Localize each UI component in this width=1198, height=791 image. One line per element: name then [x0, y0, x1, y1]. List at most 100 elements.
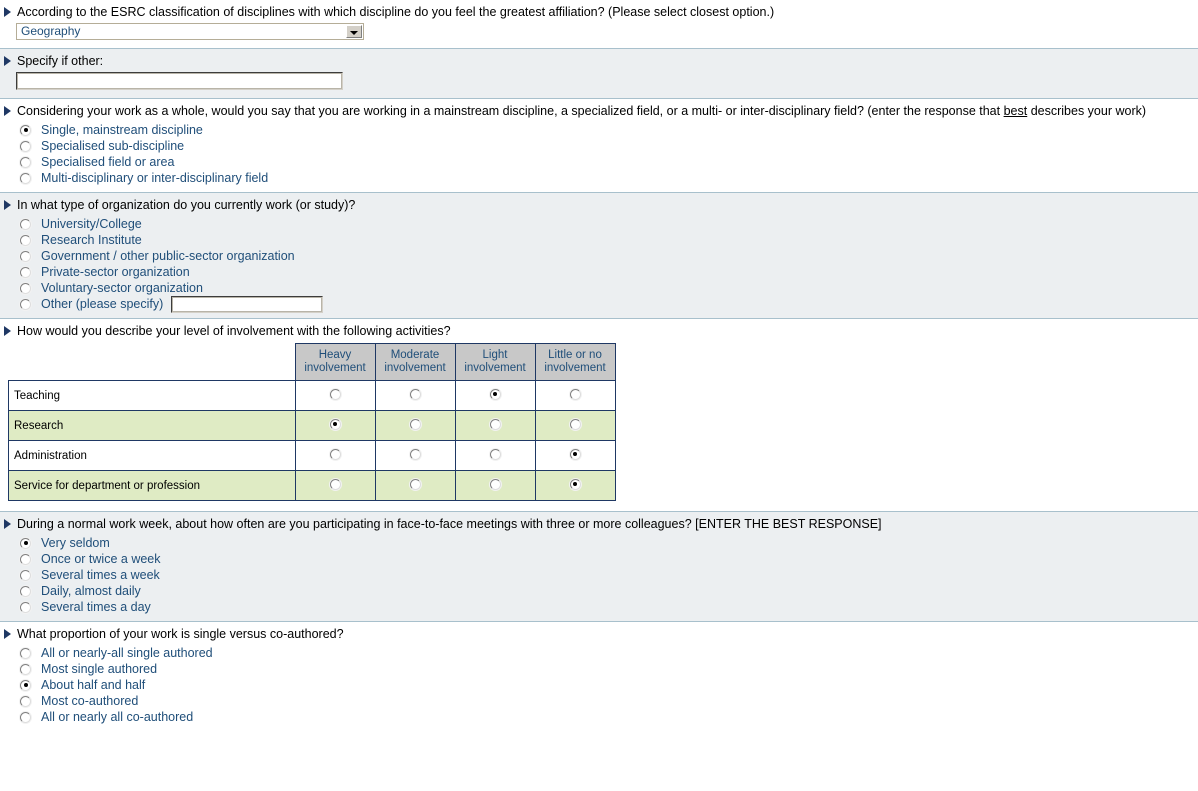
- grid-cell-1-1[interactable]: [374, 410, 456, 441]
- option-row[interactable]: Once or twice a week: [0, 551, 1198, 567]
- radio-organization-3[interactable]: [20, 266, 31, 278]
- radio-meeting-4[interactable]: [20, 601, 31, 613]
- radio-authorship-1[interactable]: [20, 663, 31, 675]
- grid-cell-0-3[interactable]: [534, 380, 616, 411]
- option-row[interactable]: Daily, almost daily: [0, 583, 1198, 599]
- radio-administration-light[interactable]: [489, 448, 501, 460]
- grid-cell-0-1[interactable]: [374, 380, 456, 411]
- grid-col-header-3: Little or no involvement: [534, 343, 616, 381]
- bullet-triangle-icon: [4, 629, 11, 639]
- radio-teaching-heavy[interactable]: [329, 388, 341, 400]
- option-label: Most single authored: [41, 662, 158, 676]
- bullet-triangle-icon: [4, 7, 11, 17]
- radio-administration-little[interactable]: [569, 448, 581, 460]
- radio-authorship-3[interactable]: [20, 695, 31, 707]
- organization-other-input[interactable]: [171, 295, 324, 313]
- option-row[interactable]: Several times a day: [0, 599, 1198, 615]
- radio-service-light[interactable]: [489, 478, 501, 490]
- radio-organization-5[interactable]: [20, 298, 31, 310]
- radio-meeting-2[interactable]: [20, 569, 31, 581]
- grid-cell-1-3[interactable]: [534, 410, 616, 441]
- radio-work-scope-3[interactable]: [20, 172, 31, 184]
- option-label: Specialised sub-discipline: [41, 139, 185, 153]
- grid-cell-3-0[interactable]: [294, 470, 376, 501]
- radio-administration-moderate[interactable]: [409, 448, 421, 460]
- option-row[interactable]: Very seldom: [0, 535, 1198, 551]
- radio-service-heavy[interactable]: [329, 478, 341, 490]
- involvement-grid-body: Teaching Research Administration Service…: [8, 380, 616, 501]
- option-label: Specialised field or area: [41, 155, 175, 169]
- radio-authorship-2[interactable]: [20, 679, 31, 691]
- involvement-grid-head: Heavy involvement Moderate involvement L…: [9, 343, 616, 381]
- grid-cell-3-2[interactable]: [454, 470, 536, 501]
- option-row[interactable]: University/College: [0, 216, 1198, 232]
- option-row[interactable]: Specialised field or area: [0, 154, 1198, 170]
- option-row[interactable]: Several times a week: [0, 567, 1198, 583]
- option-row[interactable]: Single, mainstream discipline: [0, 122, 1198, 138]
- option-label: Daily, almost daily: [41, 584, 141, 598]
- radio-organization-4[interactable]: [20, 282, 31, 294]
- question-text: How would you describe your level of inv…: [17, 324, 451, 338]
- radio-research-moderate[interactable]: [409, 418, 421, 430]
- radio-service-moderate[interactable]: [409, 478, 421, 490]
- bullet-triangle-icon: [4, 326, 11, 336]
- radio-authorship-0[interactable]: [20, 647, 31, 659]
- option-label: Most co-authored: [41, 694, 139, 708]
- option-row[interactable]: Voluntary-sector organization: [0, 280, 1198, 296]
- radio-research-heavy[interactable]: [329, 418, 341, 430]
- option-row[interactable]: All or nearly-all single authored: [0, 645, 1198, 661]
- radio-meeting-0[interactable]: [20, 537, 31, 549]
- involvement-grid-wrapper: Heavy involvement Moderate involvement L…: [8, 343, 1198, 501]
- radio-authorship-4[interactable]: [20, 711, 31, 723]
- option-row[interactable]: Most co-authored: [0, 693, 1198, 709]
- option-label: Several times a week: [41, 568, 160, 582]
- grid-cell-3-3[interactable]: [534, 470, 616, 501]
- question-work-scope: Considering your work as a whole, would …: [0, 104, 1198, 119]
- grid-row-label-1: Research: [8, 410, 296, 441]
- grid-cell-3-1[interactable]: [374, 470, 456, 501]
- grid-cell-2-3[interactable]: [534, 440, 616, 471]
- option-row[interactable]: About half and half: [0, 677, 1198, 693]
- option-row[interactable]: Government / other public-sector organiz…: [0, 248, 1198, 264]
- option-row[interactable]: Specialised sub-discipline: [0, 138, 1198, 154]
- grid-row-label-0: Teaching: [8, 380, 296, 411]
- survey-page: According to the ESRC classification of …: [0, 0, 1198, 731]
- option-row[interactable]: Research Institute: [0, 232, 1198, 248]
- table-row: Teaching: [8, 380, 616, 411]
- radio-teaching-moderate[interactable]: [409, 388, 421, 400]
- radio-administration-heavy[interactable]: [329, 448, 341, 460]
- radio-work-scope-1[interactable]: [20, 140, 31, 152]
- grid-cell-2-0[interactable]: [294, 440, 376, 471]
- section-meeting-frequency: During a normal work week, about how oft…: [0, 512, 1198, 622]
- radio-organization-1[interactable]: [20, 234, 31, 246]
- option-row[interactable]: Multi-disciplinary or inter-disciplinary…: [0, 170, 1198, 186]
- grid-cell-1-2[interactable]: [454, 410, 536, 441]
- radio-work-scope-2[interactable]: [20, 156, 31, 168]
- grid-cell-0-0[interactable]: [294, 380, 376, 411]
- radio-research-little[interactable]: [569, 418, 581, 430]
- option-row[interactable]: Private-sector organization: [0, 264, 1198, 280]
- specify-other-input[interactable]: [16, 72, 343, 90]
- option-row[interactable]: Most single authored: [0, 661, 1198, 677]
- grid-cell-0-2[interactable]: [454, 380, 536, 411]
- question-authorship-proportion: What proportion of your work is single v…: [0, 627, 1198, 642]
- option-label: Government / other public-sector organiz…: [41, 249, 295, 263]
- grid-cell-1-0[interactable]: [294, 410, 376, 441]
- radio-meeting-1[interactable]: [20, 553, 31, 565]
- chevron-down-icon[interactable]: [346, 25, 362, 38]
- radio-meeting-3[interactable]: [20, 585, 31, 597]
- radio-work-scope-0[interactable]: [20, 124, 31, 136]
- radio-organization-0[interactable]: [20, 218, 31, 230]
- radio-organization-2[interactable]: [20, 250, 31, 262]
- option-row[interactable]: Other (please specify): [0, 295, 1198, 313]
- radio-service-little[interactable]: [569, 478, 581, 490]
- radio-research-light[interactable]: [489, 418, 501, 430]
- radio-teaching-light[interactable]: [489, 388, 501, 400]
- option-row[interactable]: All or nearly all co-authored: [0, 709, 1198, 725]
- grid-cell-2-1[interactable]: [374, 440, 456, 471]
- grid-cell-2-2[interactable]: [454, 440, 536, 471]
- option-label: Voluntary-sector organization: [41, 281, 203, 295]
- discipline-select[interactable]: Geography: [16, 23, 364, 40]
- authorship-proportion-options: All or nearly-all single authored Most s…: [0, 645, 1198, 725]
- radio-teaching-little[interactable]: [569, 388, 581, 400]
